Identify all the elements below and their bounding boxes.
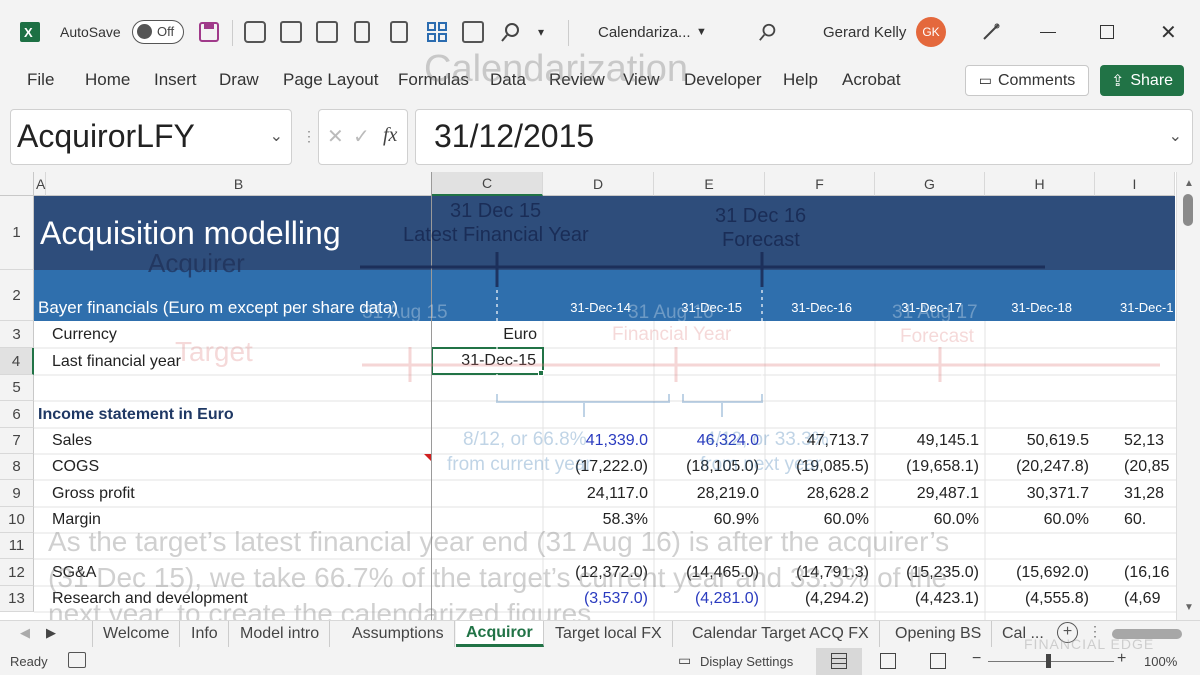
cancel-icon[interactable]: ✕ bbox=[327, 124, 344, 149]
camera-icon[interactable] bbox=[244, 18, 266, 46]
maximize-icon[interactable] bbox=[1100, 18, 1114, 46]
resize-handle-icon[interactable]: ⋮ bbox=[302, 128, 316, 145]
autosave-state: Off bbox=[157, 24, 175, 39]
excel-logo-icon[interactable]: X bbox=[18, 18, 42, 46]
comment-icon: ▭ bbox=[978, 72, 992, 88]
normal-view-icon bbox=[831, 653, 847, 669]
accessibility-icon[interactable] bbox=[68, 652, 86, 668]
tab-file[interactable]: File bbox=[27, 70, 54, 90]
formula-value: 31/12/2015 bbox=[434, 118, 595, 154]
formula-bar: AcquirorLFY ⌄ ⋮ ✕ ✓ fx 31/12/2015 ⌄ bbox=[0, 100, 1200, 172]
sheet-tab-acquiror[interactable]: Acquiror bbox=[456, 621, 544, 647]
title-bar: X AutoSave Off ▾ Calendariza... ▼ Gerard… bbox=[0, 0, 1200, 62]
tab-draw[interactable]: Draw bbox=[219, 70, 259, 90]
vertical-scrollbar[interactable]: ▲ ▼ bbox=[1176, 172, 1200, 620]
tab-scroll-right-icon[interactable]: ▶ bbox=[46, 625, 56, 641]
scroll-up-icon[interactable]: ▲ bbox=[1184, 178, 1194, 189]
tab-review[interactable]: Review bbox=[549, 70, 605, 90]
pen-icon[interactable] bbox=[980, 18, 1002, 46]
normal-view-button[interactable] bbox=[816, 648, 862, 675]
tab-page-layout[interactable]: Page Layout bbox=[283, 70, 378, 90]
name-box[interactable]: AcquirorLFY ⌄ bbox=[10, 109, 292, 165]
sheet-tab-opening-bs[interactable]: Opening BS bbox=[885, 621, 993, 647]
tab-data[interactable]: Data bbox=[490, 70, 526, 90]
tab-view[interactable]: View bbox=[623, 70, 660, 90]
status-bar: Ready ▭ Display Settings − + 100% FINANC… bbox=[0, 636, 1200, 675]
present-icon[interactable] bbox=[316, 18, 338, 46]
zoom-level[interactable]: 100% bbox=[1144, 654, 1177, 669]
comments-button[interactable]: ▭ Comments bbox=[965, 65, 1089, 96]
close-icon[interactable]: ✕ bbox=[1160, 18, 1177, 46]
sheet-tab-info[interactable]: Info bbox=[181, 621, 229, 647]
comments-label: Comments bbox=[997, 71, 1076, 89]
autosave-toggle[interactable]: Off bbox=[132, 18, 184, 46]
sheet-tab-bar: ◀ ▶ Welcome Info Model intro Assumptions… bbox=[0, 620, 1200, 648]
worksheet-grid[interactable]: A B C D E F G H I 1 2 3 4 5 6 7 8 9 10 1… bbox=[0, 172, 1200, 620]
formula-input[interactable]: 31/12/2015 ⌄ bbox=[415, 109, 1193, 165]
zoom-slider[interactable] bbox=[988, 661, 1114, 662]
page-layout-view-icon[interactable] bbox=[880, 653, 896, 669]
avatar-initials: GK bbox=[916, 17, 946, 47]
minimize-icon[interactable] bbox=[1040, 18, 1056, 46]
page-break-view-icon[interactable] bbox=[930, 653, 946, 669]
hierarchy-icon[interactable] bbox=[462, 18, 484, 46]
display-settings-icon[interactable]: ▭ bbox=[678, 652, 691, 669]
tab-help[interactable]: Help bbox=[783, 70, 818, 90]
timeline-overlay bbox=[360, 252, 1160, 417]
svg-text:X: X bbox=[24, 25, 33, 40]
sheet-tab-calendar-target-acq-fx[interactable]: Calendar Target ACQ FX bbox=[682, 621, 880, 647]
brand-watermark: FINANCIAL EDGE bbox=[1024, 636, 1155, 652]
ready-status: Ready bbox=[10, 654, 48, 669]
sheet-tab-welcome[interactable]: Welcome bbox=[92, 621, 181, 647]
grid-icon[interactable] bbox=[426, 18, 448, 46]
sheet-tab-target-local-fx[interactable]: Target local FX bbox=[545, 621, 673, 647]
back-icon[interactable] bbox=[390, 18, 408, 46]
file-name[interactable]: Calendariza... bbox=[598, 18, 691, 46]
search-icon[interactable] bbox=[500, 18, 522, 46]
tell-me-search-icon[interactable] bbox=[758, 18, 778, 46]
tab-scroll-left-icon[interactable]: ◀ bbox=[20, 625, 30, 641]
display-settings-label[interactable]: Display Settings bbox=[700, 654, 793, 669]
glasses-icon[interactable] bbox=[280, 18, 302, 46]
tab-home[interactable]: Home bbox=[85, 70, 130, 90]
name-box-chevron-down-icon[interactable]: ⌄ bbox=[270, 126, 283, 146]
zoom-slider-thumb[interactable] bbox=[1046, 654, 1051, 668]
tab-formulas[interactable]: Formulas bbox=[398, 70, 469, 90]
vertical-scroll-thumb[interactable] bbox=[1183, 194, 1193, 226]
fx-icon[interactable]: fx bbox=[383, 124, 397, 147]
filename-chevron-down-icon[interactable]: ▼ bbox=[696, 18, 707, 46]
sheet-tab-assumptions[interactable]: Assumptions bbox=[342, 621, 455, 647]
zoom-in-icon[interactable]: + bbox=[1117, 650, 1126, 668]
tab-insert[interactable]: Insert bbox=[154, 70, 197, 90]
expand-formula-chevron-down-icon[interactable]: ⌄ bbox=[1169, 126, 1182, 146]
user-name: Gerard Kelly bbox=[823, 23, 907, 41]
share-label: Share bbox=[1130, 71, 1174, 89]
formula-controls: ✕ ✓ fx bbox=[318, 109, 408, 165]
save-icon[interactable] bbox=[198, 18, 220, 46]
autosave-label: AutoSave bbox=[60, 24, 121, 40]
enter-icon[interactable]: ✓ bbox=[353, 124, 370, 149]
zoom-out-icon[interactable]: − bbox=[972, 650, 981, 668]
name-box-value: AcquirorLFY bbox=[17, 118, 195, 154]
tab-acrobat[interactable]: Acrobat bbox=[842, 70, 901, 90]
customize-toolbar-icon[interactable]: ▾ bbox=[538, 18, 544, 46]
scroll-down-icon[interactable]: ▼ bbox=[1184, 602, 1194, 613]
avatar[interactable]: GK bbox=[916, 17, 946, 47]
share-icon: ⇪ bbox=[1110, 72, 1125, 90]
calculator-icon[interactable] bbox=[354, 18, 370, 46]
sheet-tab-model-intro[interactable]: Model intro bbox=[230, 621, 331, 647]
share-button[interactable]: ⇪ Share bbox=[1100, 65, 1184, 96]
tab-developer[interactable]: Developer bbox=[684, 70, 762, 90]
